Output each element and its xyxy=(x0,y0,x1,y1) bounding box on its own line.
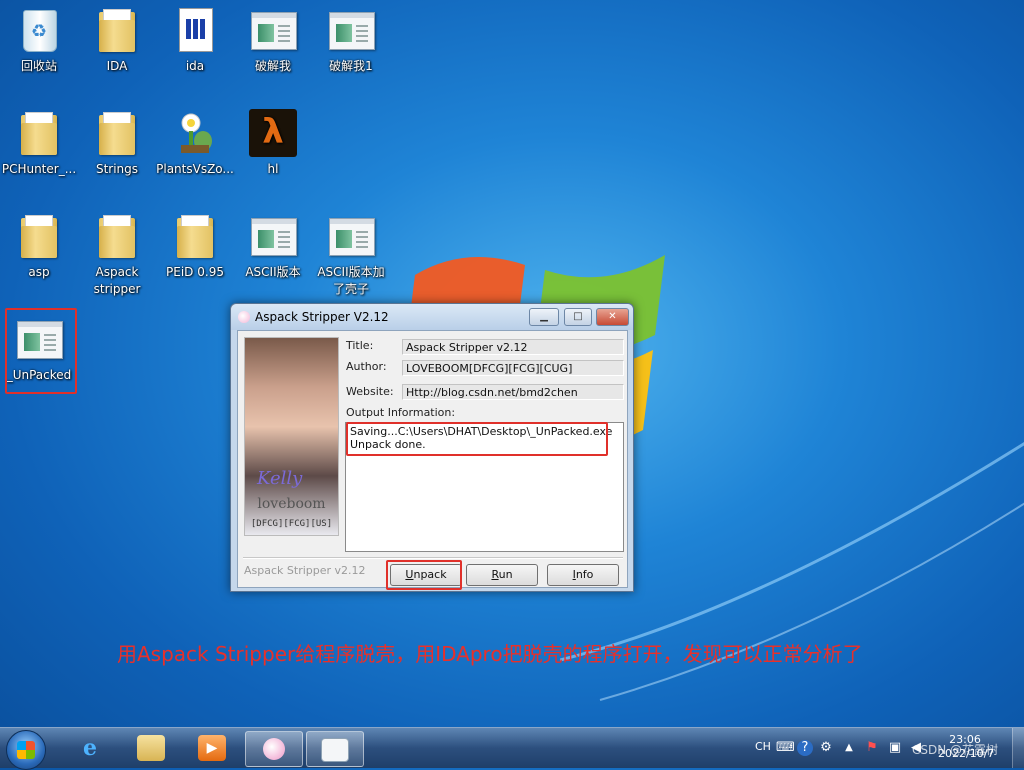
folder-icon xyxy=(21,215,57,258)
taskbar-unpacked-exe[interactable] xyxy=(306,731,364,767)
taskbar-media-player[interactable]: ▶ xyxy=(184,731,240,765)
window-client-area: Kelly loveboom [DFCG][FCG][US] Title: As… xyxy=(237,330,628,590)
settings-icon[interactable]: ⚙ xyxy=(818,740,834,756)
plants-game-icon xyxy=(181,113,212,153)
shortcut-icon xyxy=(179,8,213,52)
half-life-lambda-icon: λ xyxy=(249,109,297,157)
desktop-icon-strings[interactable]: Strings xyxy=(78,109,156,178)
folder-icon xyxy=(99,112,135,155)
desktop-icon-label: ida xyxy=(185,59,205,73)
desktop-icon-label: Aspack stripper xyxy=(93,265,141,296)
desktop-icon-ascii[interactable]: ASCII版本 xyxy=(234,212,312,281)
watermark-text: CSDN @花露树 xyxy=(912,743,999,757)
network-icon[interactable]: ▣ xyxy=(887,740,903,756)
desktop-icon-label: asp xyxy=(28,265,50,279)
windows-flag-icon xyxy=(17,741,35,759)
desktop-icon-label: ASCII版本 xyxy=(245,265,301,279)
action-center-icon[interactable]: ⚑ xyxy=(864,740,880,756)
desktop-icon-asp[interactable]: asp xyxy=(0,212,78,281)
desktop-icon-ida-shortcut[interactable]: ida xyxy=(156,6,234,75)
annotation-caption: 用Aspack Stripper给程序脱壳，用IDApro把脱壳的程序打开，发现… xyxy=(117,642,863,666)
desktop-icon-label: Strings xyxy=(95,162,139,176)
desktop-icon-label: hl xyxy=(267,162,279,176)
recycle-bin-icon xyxy=(23,10,57,52)
run-label: un xyxy=(498,568,513,581)
exe-icon xyxy=(321,738,349,762)
folder-icon xyxy=(137,735,165,761)
desktop-icon-label: PCHunter_... xyxy=(1,162,77,176)
photo-signature: Kelly xyxy=(257,468,303,489)
website-label: Website: xyxy=(346,385,394,398)
desktop-icon-crackme1[interactable]: 破解我1 xyxy=(312,6,390,75)
desktop-icon-label: PEiD 0.95 xyxy=(166,265,224,279)
help-icon[interactable]: ? xyxy=(797,740,813,756)
exe-icon xyxy=(251,12,297,50)
folder-icon xyxy=(21,112,57,155)
keyboard-icon[interactable]: ⌨ xyxy=(776,740,795,756)
title-field: Aspack Stripper v2.12 xyxy=(402,339,624,355)
desktop-icon-label: IDA xyxy=(106,59,128,73)
desktop-icon-recycle-bin[interactable]: 回收站 xyxy=(0,6,78,75)
separator xyxy=(243,557,623,559)
output-label: Output Information: xyxy=(346,406,456,419)
desktop-icon-label: 破解我1 xyxy=(329,59,373,73)
run-button[interactable]: Run xyxy=(466,564,538,586)
folder-icon xyxy=(99,215,135,258)
minimize-button[interactable]: ▁ xyxy=(529,308,559,326)
desktop-icon-ida-folder[interactable]: IDA xyxy=(78,6,156,75)
author-field: LOVEBOOM[DFCG][FCG][CUG] xyxy=(402,360,624,376)
author-photo: Kelly loveboom [DFCG][FCG][US] xyxy=(244,337,339,536)
desktop-icon-pchunter[interactable]: PCHunter_... xyxy=(0,109,78,178)
desktop-icon-label: PlantsVsZo... xyxy=(156,162,234,176)
taskbar-explorer[interactable] xyxy=(123,731,179,765)
desktop-icon-plantsvszombies[interactable]: PlantsVsZo... xyxy=(156,109,234,178)
taskbar: e ▶ CH ⌨ ? ⚙ ▲ ⚑ ▣ ◀ 23:06 2022/10/7 xyxy=(0,727,1024,770)
window-titlebar[interactable]: Aspack Stripper V2.12 ▁ □ ✕ xyxy=(231,304,633,330)
highlight-box-unpack xyxy=(386,560,462,590)
info-label: nfo xyxy=(575,568,594,581)
folder-icon xyxy=(177,215,213,258)
website-field: Http://blog.csdn.net/bmd2chen xyxy=(402,384,624,400)
highlight-box-output xyxy=(346,422,608,456)
folder-icon xyxy=(99,9,135,52)
run-accel: R xyxy=(491,568,499,581)
language-indicator[interactable]: CH xyxy=(755,740,771,753)
desktop-icon-label: 回收站 xyxy=(20,59,57,73)
desktop-icon-crackme[interactable]: 破解我 xyxy=(234,6,312,75)
photo-name: loveboom xyxy=(257,496,326,512)
desktop-icon-ascii-packed[interactable]: ASCII版本加 了壳子 xyxy=(312,212,390,298)
aspack-stripper-window: Aspack Stripper V2.12 ▁ □ ✕ Kelly lovebo… xyxy=(230,303,634,592)
highlight-box-unpacked-icon xyxy=(5,308,77,394)
exe-icon xyxy=(329,12,375,50)
aspack-app-icon xyxy=(263,738,285,760)
show-desktop-button[interactable] xyxy=(1012,728,1024,768)
desktop-icon-hl[interactable]: λ hl xyxy=(234,109,312,178)
taskbar-aspack-stripper[interactable] xyxy=(245,731,303,767)
taskbar-internet-explorer[interactable]: e xyxy=(62,731,118,765)
window-title: Aspack Stripper V2.12 xyxy=(255,310,389,324)
desktop-icon-aspack-stripper[interactable]: Aspack stripper xyxy=(78,212,156,298)
desktop-icon-label: 破解我 xyxy=(254,59,291,73)
desktop-icon-peid[interactable]: PEiD 0.95 xyxy=(156,212,234,281)
info-button[interactable]: Info xyxy=(547,564,619,586)
desktop-icon-label: ASCII版本加 了壳子 xyxy=(317,265,385,296)
author-label: Author: xyxy=(346,360,387,373)
maximize-button[interactable]: □ xyxy=(564,308,592,326)
internet-explorer-icon: e xyxy=(83,735,97,761)
show-hidden-icons-icon[interactable]: ▲ xyxy=(841,740,857,756)
start-button[interactable] xyxy=(6,730,46,770)
title-label: Title: xyxy=(346,339,374,352)
app-icon xyxy=(238,311,250,323)
version-text: Aspack Stripper v2.12 xyxy=(244,564,366,577)
close-button[interactable]: ✕ xyxy=(596,308,629,326)
exe-icon xyxy=(329,218,375,256)
photo-groups: [DFCG][FCG][US] xyxy=(250,519,333,529)
exe-icon xyxy=(251,218,297,256)
media-player-icon: ▶ xyxy=(198,735,226,761)
